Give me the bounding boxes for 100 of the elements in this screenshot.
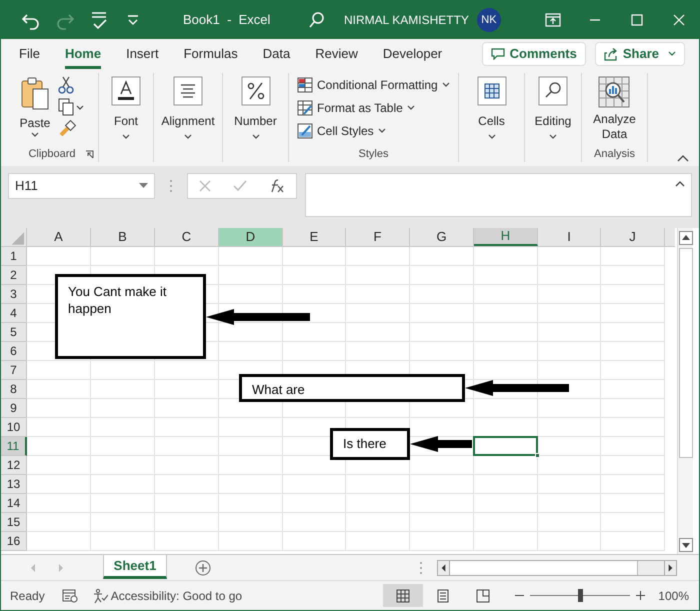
grip-icon xyxy=(419,560,423,574)
ribbon-display-icon[interactable] xyxy=(545,13,561,27)
scroll-down-icon[interactable] xyxy=(679,538,693,552)
row-header[interactable]: 14 xyxy=(1,494,27,513)
collapse-icon[interactable] xyxy=(675,180,685,187)
row-header[interactable]: 7 xyxy=(1,361,27,380)
caret-icon xyxy=(668,51,676,57)
caret-icon xyxy=(548,134,557,140)
comment-icon xyxy=(490,48,505,60)
row-header[interactable]: 15 xyxy=(1,513,27,532)
copy-icon[interactable] xyxy=(58,98,84,116)
ribbon-button[interactable]: Editing xyxy=(534,76,572,140)
accessibility-status[interactable]: Accessibility: Good to go xyxy=(92,586,242,604)
text-box[interactable]: You Cant make it happen xyxy=(55,274,206,359)
search-icon[interactable] xyxy=(308,11,326,29)
format-table-icon xyxy=(297,100,313,116)
ribbon-button[interactable]: Font xyxy=(111,76,141,140)
collapse-ribbon-icon[interactable] xyxy=(677,154,689,162)
zoom-in-icon[interactable] xyxy=(636,591,646,600)
close-icon[interactable] xyxy=(673,14,685,26)
dialog-launcher-icon[interactable] xyxy=(85,150,94,159)
column-header[interactable]: H xyxy=(474,228,538,246)
paintbrush-icon[interactable] xyxy=(58,120,76,138)
normal-view-icon xyxy=(395,588,412,604)
column-header[interactable]: D xyxy=(219,228,283,246)
caret-icon xyxy=(122,134,130,140)
menu-tab[interactable]: Developer xyxy=(382,39,442,69)
sheet-tab[interactable]: Sheet1 xyxy=(103,555,167,579)
row-header[interactable]: 3 xyxy=(1,285,27,304)
dropdown-icon xyxy=(139,183,148,189)
align-lines-icon xyxy=(173,76,203,106)
enter-check-icon[interactable] xyxy=(233,180,247,192)
row-header[interactable]: 16 xyxy=(1,532,27,551)
clipboard-icon xyxy=(20,76,50,110)
search-icon xyxy=(538,76,568,106)
row-header[interactable]: 6 xyxy=(1,342,27,361)
font-color-icon xyxy=(111,76,141,106)
group-label: Styles xyxy=(358,146,388,162)
styles-menu-button[interactable]: Format as Table xyxy=(297,99,415,117)
conditional-format-icon xyxy=(297,77,313,93)
scroll-thumb[interactable] xyxy=(679,248,693,458)
vertical-scrollbar[interactable] xyxy=(677,228,693,554)
spelling-check-icon[interactable] xyxy=(89,10,109,30)
row-header[interactable]: 1 xyxy=(1,247,27,266)
user-avatar[interactable]: NK xyxy=(476,8,501,32)
window-title: Book1 - Excel xyxy=(183,11,272,30)
row-header[interactable]: 4 xyxy=(1,304,27,323)
maximize-icon[interactable] xyxy=(631,14,643,26)
caret-icon xyxy=(406,105,415,111)
row-header[interactable]: 9 xyxy=(1,399,27,418)
row-header[interactable]: 11 xyxy=(1,437,27,456)
row-header[interactable]: 2 xyxy=(1,266,27,285)
add-sheet-icon[interactable] xyxy=(195,560,211,576)
menu-tab[interactable]: Formulas xyxy=(184,39,238,69)
ribbon-button[interactable]: Alignment xyxy=(161,76,215,140)
zoom-level[interactable]: 100% xyxy=(658,586,689,604)
arrow xyxy=(410,435,472,453)
row-header[interactable]: 8 xyxy=(1,380,27,399)
name-box[interactable]: H11 xyxy=(8,173,155,199)
share-button[interactable]: Share xyxy=(594,42,685,66)
caret-icon xyxy=(442,82,450,88)
menu-tab[interactable]: Insert xyxy=(126,39,159,69)
menu-tab[interactable]: Review xyxy=(315,39,358,69)
selected-cell[interactable] xyxy=(473,436,538,456)
row-header[interactable]: 13 xyxy=(1,475,27,494)
accessibility-icon xyxy=(92,588,108,604)
macro-record-icon[interactable] xyxy=(62,588,78,602)
ribbon-button[interactable]: Number xyxy=(234,76,277,140)
row-header[interactable]: 5 xyxy=(1,323,27,342)
view-button[interactable] xyxy=(383,584,424,607)
zoom-slider[interactable] xyxy=(530,589,630,602)
horizontal-scrollbar[interactable] xyxy=(437,560,677,576)
menu-tab[interactable]: File xyxy=(19,39,40,69)
insert-function-icon[interactable] xyxy=(269,179,285,193)
row-header[interactable]: 10 xyxy=(1,418,27,437)
scroll-thumb[interactable] xyxy=(450,560,638,574)
comments-button[interactable]: Comments xyxy=(482,42,586,66)
slider-thumb[interactable] xyxy=(578,589,584,602)
menu-tab[interactable]: Data xyxy=(262,39,290,69)
caret-icon xyxy=(488,134,496,140)
fill-handle[interactable] xyxy=(535,453,540,458)
formula-input[interactable] xyxy=(305,173,692,217)
group-label: Clipboard xyxy=(28,146,76,162)
percent-icon xyxy=(240,76,270,106)
styles-menu-button[interactable]: Cell Styles xyxy=(297,122,386,140)
scissors-icon[interactable] xyxy=(58,76,74,94)
ribbon-button[interactable]: Analyze Data xyxy=(593,76,636,142)
scroll-up-icon[interactable] xyxy=(679,231,693,245)
text-box[interactable]: Is there xyxy=(330,428,410,460)
styles-menu-button[interactable]: Conditional Formatting xyxy=(297,76,450,94)
grip-icon xyxy=(169,179,173,193)
row-header[interactable]: 12 xyxy=(1,456,27,475)
caret-icon xyxy=(31,132,39,138)
group-label: Analysis xyxy=(594,146,635,162)
ribbon-button[interactable]: Cells xyxy=(476,76,506,140)
paste-button[interactable]: Paste xyxy=(20,76,50,138)
text-box[interactable]: What are xyxy=(239,374,465,402)
status-text: Ready xyxy=(10,588,45,604)
grid-icon xyxy=(476,76,506,106)
page-break-icon xyxy=(475,588,492,604)
